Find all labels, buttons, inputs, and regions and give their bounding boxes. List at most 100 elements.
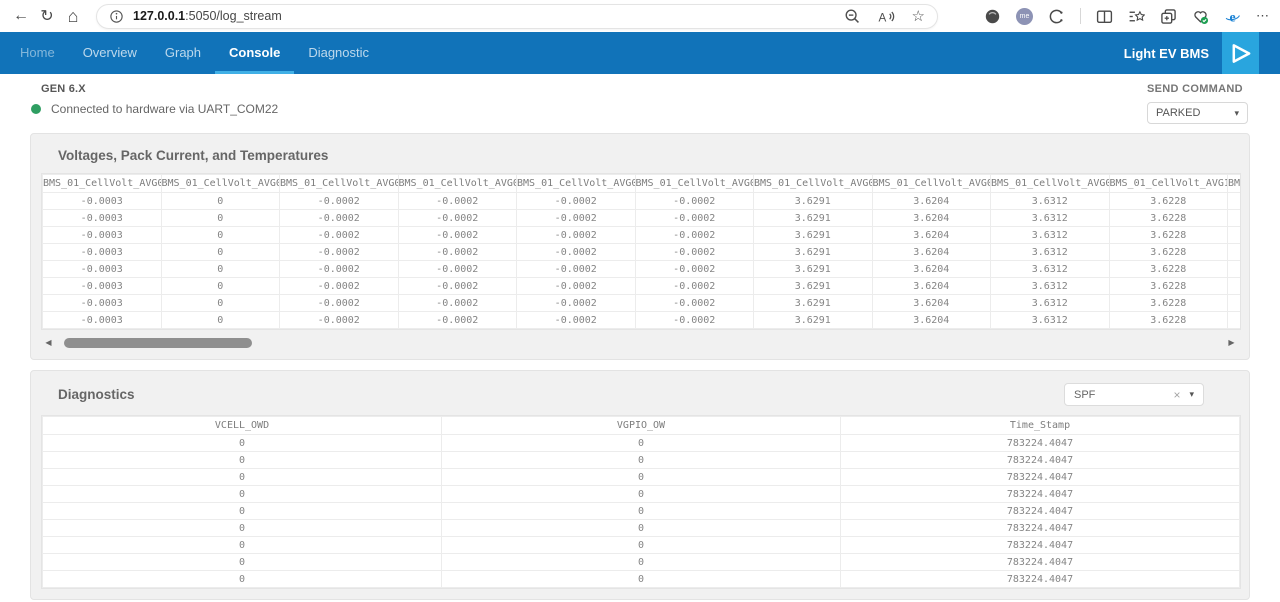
table-cell: -0.0002 [280,227,399,244]
table-cell: -0.0002 [398,210,517,227]
table-row: -0.00030-0.0002-0.0002-0.0002-0.00023.62… [43,227,1242,244]
scrollbar-track[interactable] [55,338,1225,348]
table-cell: 3.6291 [754,210,873,227]
table-cell: -0.0002 [635,244,754,261]
address-bar[interactable]: 127.0.0.1:5050/log_stream A ☆ [96,4,938,29]
table-row: -0.00030-0.0002-0.0002-0.0002-0.00023.62… [43,278,1242,295]
table-cell: 0 [161,295,280,312]
scroll-left-icon[interactable]: ◀ [42,338,55,347]
clear-icon[interactable]: × [1173,389,1180,401]
column-header: VGPIO_OW [442,417,841,435]
table-cell: 783224.4047 [841,503,1240,520]
table-cell: -0.0002 [635,295,754,312]
table-cell: 0 [43,537,442,554]
diagnostics-filter-select[interactable]: SPF × ▾ [1064,383,1204,406]
table-row: 00783224.4047 [43,520,1240,537]
table-cell: 0 [442,469,841,486]
generation-label: GEN 6.X [41,83,278,95]
browser-essentials-icon[interactable] [1192,8,1209,25]
table-row: -0.00030-0.0002-0.0002-0.0002-0.00023.62… [43,193,1242,210]
table-cell: 3.6312 [991,295,1110,312]
app-logo[interactable] [1222,32,1259,74]
table-cell: 3.6291 [754,227,873,244]
table-cell: -0.0002 [517,312,636,329]
table-cell: -0.0002 [517,227,636,244]
table-cell [1228,278,1242,295]
favorites-list-icon[interactable] [1128,8,1145,25]
scrollbar-thumb[interactable] [64,338,252,348]
site-info-icon[interactable] [109,9,124,24]
home-icon[interactable]: ⌂ [60,3,86,29]
refresh-icon[interactable]: ↻ [34,3,60,29]
column-header: Time_Stamp [841,417,1240,435]
table-cell: -0.0002 [398,261,517,278]
table-cell: 3.6312 [991,278,1110,295]
table-cell: -0.0003 [43,261,162,278]
table-cell: 3.6228 [1109,295,1228,312]
table-cell: 3.6204 [872,312,991,329]
table-cell: -0.0002 [280,193,399,210]
table-cell: 3.6228 [1109,210,1228,227]
column-header: BMS_01_CellVolt_AVG09 [991,175,1110,193]
table-cell: 0 [442,537,841,554]
table-cell: -0.0002 [280,278,399,295]
table-cell: -0.0002 [635,312,754,329]
connection-status: GEN 6.X Connected to hardware via UART_C… [31,83,278,133]
table-cell: 3.6204 [872,244,991,261]
extension-sphere-icon[interactable] [984,8,1001,25]
table-cell: -0.0003 [43,210,162,227]
table-cell: -0.0002 [517,210,636,227]
column-header: BMS_01_CellVolt_AVG04 [398,175,517,193]
table-cell: -0.0002 [280,261,399,278]
back-icon[interactable]: ← [8,3,34,29]
table-cell: 783224.4047 [841,571,1240,588]
tab-home[interactable]: Home [6,32,69,74]
scroll-right-icon[interactable]: ▶ [1225,338,1238,347]
collections-add-icon[interactable] [1160,8,1177,25]
diagnostics-table: VCELL_OWDVGPIO_OWTime_Stamp00783224.4047… [42,416,1240,588]
table-cell: 3.6312 [991,193,1110,210]
settings-menu-icon[interactable]: ⋯ [1256,8,1270,24]
svg-text:A: A [878,11,886,24]
send-command-value: PARKED [1156,107,1200,119]
table-cell: 0 [442,435,841,452]
favorite-star-icon[interactable]: ☆ [912,9,925,24]
read-aloud-icon[interactable]: A [878,8,895,25]
table-row: 00783224.4047 [43,503,1240,520]
tab-overview[interactable]: Overview [69,32,151,74]
svg-text:e: e [1229,9,1235,24]
send-command-select[interactable]: PARKED ▾ [1147,102,1248,124]
copilot-icon[interactable] [1048,8,1065,25]
table-cell: 0 [43,503,442,520]
nav-tabs: Home Overview Graph Console Diagnostic [6,32,383,74]
table-cell: -0.0002 [517,193,636,210]
zoom-out-icon[interactable] [844,8,861,25]
column-header: BMS_01_CellVolt_AVG03 [280,175,399,193]
table-cell: 0 [43,571,442,588]
tab-graph[interactable]: Graph [151,32,215,74]
table-row: 00783224.4047 [43,554,1240,571]
split-screen-icon[interactable] [1096,8,1113,25]
horizontal-scrollbar[interactable]: ◀ ▶ [41,336,1239,349]
table-cell: 0 [161,193,280,210]
table-cell: 0 [161,312,280,329]
table-header-row: VCELL_OWDVGPIO_OWTime_Stamp [43,417,1240,435]
diagnostics-card: Diagnostics SPF × ▾ VCELL_OWDVGPIO_OWTim… [30,370,1250,600]
e-extension-icon[interactable]: e [1224,8,1241,25]
table-row: 00783224.4047 [43,486,1240,503]
tab-diagnostic[interactable]: Diagnostic [294,32,383,74]
table-cell: 783224.4047 [841,435,1240,452]
table-cell: -0.0002 [635,278,754,295]
diagnostics-card-title: Diagnostics [58,387,135,402]
table-cell: -0.0002 [517,261,636,278]
table-cell [1228,210,1242,227]
table-cell: 0 [43,435,442,452]
table-cell: 3.6204 [872,295,991,312]
profile-avatar[interactable]: me [1016,8,1033,25]
table-cell: 3.6291 [754,261,873,278]
chevron-down-icon: ▾ [1234,108,1239,119]
table-cell: -0.0002 [635,210,754,227]
tab-console[interactable]: Console [215,32,294,74]
table-cell: 0 [442,452,841,469]
table-row: 00783224.4047 [43,469,1240,486]
